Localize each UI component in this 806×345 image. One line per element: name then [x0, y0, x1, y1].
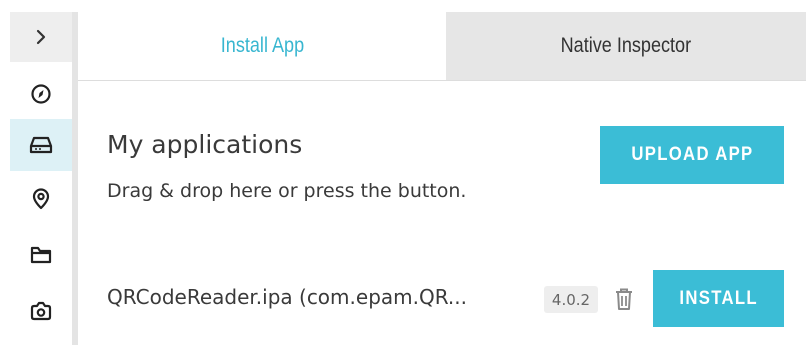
camera-icon: [30, 301, 52, 321]
sidebar-item-location[interactable]: [10, 178, 72, 220]
compass-icon: [31, 84, 51, 104]
sidebar: [10, 12, 72, 345]
sidebar-item-drive[interactable]: [10, 119, 72, 171]
upload-app-button-label: UPLOAD APP: [630, 144, 754, 165]
tab-bar-divider: [78, 80, 806, 81]
sidebar-item-folder[interactable]: [10, 234, 72, 276]
app-window: Install App Native Inspector My applicat…: [0, 0, 806, 345]
sidebar-expand-button[interactable]: [10, 12, 72, 62]
install-button-label: INSTALL: [679, 287, 758, 309]
install-button[interactable]: INSTALL: [653, 270, 784, 327]
upload-app-button[interactable]: UPLOAD APP: [600, 126, 784, 184]
delete-app-button[interactable]: [612, 285, 636, 313]
version-badge: 4.0.2: [544, 286, 598, 313]
location-pin-icon: [32, 188, 50, 210]
page-title: My applications: [107, 130, 303, 159]
tab-native-inspector[interactable]: Native Inspector: [446, 12, 806, 80]
chevron-right-icon: [36, 29, 46, 45]
tab-install-app[interactable]: Install App: [78, 12, 446, 80]
tab-bar: Install App Native Inspector: [78, 12, 806, 80]
sidebar-item-compass[interactable]: [10, 74, 72, 114]
tab-label: Native Inspector: [560, 34, 692, 57]
trash-icon: [616, 288, 632, 310]
upload-hint: Drag & drop here or press the button.: [107, 180, 467, 202]
app-name: QRCodeReader.ipa (com.epam.QR...: [107, 285, 467, 309]
folder-icon: [30, 246, 52, 264]
tab-label: Install App: [220, 34, 304, 57]
hard-drive-icon: [29, 136, 53, 154]
sidebar-item-camera[interactable]: [10, 290, 72, 332]
